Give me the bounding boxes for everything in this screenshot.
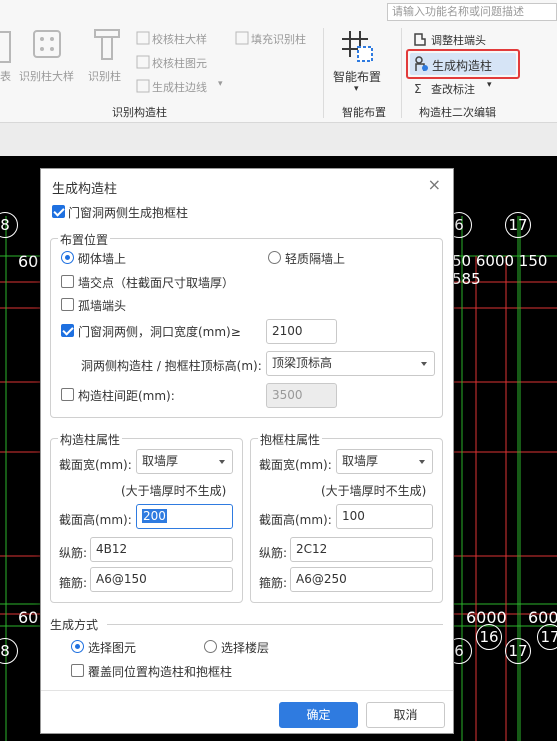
footer-divider	[41, 690, 453, 691]
frame-stirrup-label: 箍筋:	[259, 576, 288, 590]
ribbon-check-mark[interactable]: 查改标注	[431, 81, 475, 97]
masonry-label: 砌体墙上	[78, 252, 127, 266]
door-width-input[interactable]: 2100	[266, 319, 337, 344]
select-floor-label: 选择楼层	[221, 641, 270, 655]
frame-width-note: (大于墙厚时不生成)	[321, 484, 427, 498]
door-window-frame-label: 门窗洞两侧生成抱框柱	[68, 206, 189, 220]
gen-edge-caret-icon[interactable]: ▾	[218, 79, 223, 89]
dialog-title: 生成构造柱	[52, 182, 118, 197]
dimension-text: 60	[18, 608, 39, 627]
cover-label: 覆盖同位置构造柱和抱框柱	[88, 665, 233, 679]
ribbon-check-big[interactable]: 校核柱大样	[152, 31, 207, 47]
check-big-icon	[136, 31, 150, 45]
chevron-down-icon	[419, 460, 425, 464]
ribbon-identify-big[interactable]: 识别柱大样	[19, 68, 74, 84]
ribbon-smart-layout[interactable]: 智能布置	[333, 68, 381, 85]
light-partition-label: 轻质隔墙上	[285, 252, 346, 266]
solitary-end-label: 孤墙端头	[78, 299, 127, 313]
axis-marker: 17	[505, 638, 531, 664]
masonry-radio[interactable]	[61, 251, 74, 264]
struct-stirrup-label: 箍筋:	[59, 576, 88, 590]
gen-struct-dialog: 生成构造柱 × 门窗洞两侧生成抱框柱 布置位置 砌体墙上 轻质隔墙上 墙交点（柱…	[40, 168, 454, 734]
chevron-down-icon	[219, 460, 225, 464]
group-smart: 智能布置	[342, 106, 386, 119]
gen-mode-divider	[107, 624, 443, 625]
select-graph-label: 选择图元	[88, 641, 137, 655]
spacing-input[interactable]: 3500	[266, 383, 337, 408]
select-graph-radio[interactable]	[71, 640, 84, 653]
struct-height-value: 200	[142, 509, 167, 523]
ribbon-identify-col[interactable]: 识别柱	[88, 68, 121, 84]
cancel-button[interactable]: 取消	[366, 702, 445, 728]
group-identify: 识别构造柱	[112, 106, 167, 119]
gen-struct-icon	[415, 56, 428, 71]
frame-width-label: 截面宽(mm):	[259, 458, 332, 472]
top-elevation-label: 洞两侧构造柱 / 抱框柱顶标高(m):	[81, 359, 262, 373]
group-second-edit: 构造柱二次编辑	[419, 106, 496, 119]
ribbon-fill-identify[interactable]: 填充识别柱	[251, 31, 306, 47]
smart-layout-caret-icon[interactable]: ▾	[354, 84, 359, 94]
axis-marker: 17	[537, 624, 557, 650]
ribbon-gen-struct[interactable]: 生成构造柱	[432, 57, 492, 74]
ribbon: 请输入功能名称或问题描述 表 识别柱大样 识别柱 校核柱大样 校核柱图元 生成柱…	[0, 0, 557, 123]
wall-intersection-checkbox[interactable]	[61, 275, 74, 288]
check-mark-icon: Σ	[414, 82, 422, 96]
struct-width-note: (大于墙厚时不生成)	[121, 484, 227, 498]
fill-identify-icon	[235, 31, 249, 45]
identify-col-icon	[94, 29, 120, 60]
frame-height-label: 截面高(mm):	[259, 513, 332, 527]
select-floor-radio[interactable]	[204, 640, 217, 653]
ribbon-gen-edge[interactable]: 生成柱边线	[152, 79, 207, 95]
ribbon-divider	[323, 28, 324, 118]
frame-stirrup-input[interactable]: A6@250	[290, 567, 433, 592]
cover-checkbox[interactable]	[71, 664, 84, 677]
struct-stirrup-input[interactable]: A6@150	[90, 567, 233, 592]
svg-text:Σ: Σ	[414, 82, 422, 96]
layout-legend: 布置位置	[58, 231, 111, 248]
toolbar-strip	[0, 123, 557, 156]
check-mark-caret-icon[interactable]: ▾	[487, 80, 492, 90]
solitary-end-checkbox[interactable]	[61, 298, 74, 311]
frame-long-input[interactable]: 2C12	[290, 537, 433, 562]
chevron-down-icon	[421, 362, 427, 366]
ribbon-adjust-end[interactable]: 调整柱端头	[431, 32, 486, 48]
struct-height-input[interactable]: 200	[136, 504, 233, 529]
frame-long-label: 纵筋:	[259, 546, 288, 560]
struct-col-legend: 构造柱属性	[58, 431, 123, 448]
identify-big-icon	[33, 30, 61, 58]
dimension-text: 50 6000 150 585	[452, 252, 548, 288]
check-graph-icon	[136, 55, 150, 69]
adjust-end-icon	[414, 33, 426, 46]
smart-layout-icon	[342, 31, 373, 62]
dimension-text: 60	[18, 252, 39, 271]
ribbon-divider	[401, 28, 402, 118]
struct-height-label: 截面高(mm):	[59, 513, 132, 527]
ribbon-biao[interactable]: 表	[0, 68, 11, 84]
gen-mode-legend: 生成方式	[50, 618, 99, 632]
gen-edge-icon	[136, 79, 150, 93]
struct-long-label: 纵筋:	[59, 546, 88, 560]
struct-width-select[interactable]: 取墙厚	[136, 449, 233, 474]
struct-width-label: 截面宽(mm):	[59, 458, 132, 472]
ok-button[interactable]: 确定	[279, 702, 358, 728]
close-icon[interactable]: ×	[428, 175, 441, 194]
spacing-checkbox[interactable]	[61, 388, 74, 401]
frame-width-select[interactable]: 取墙厚	[336, 449, 433, 474]
door-window-sides-checkbox[interactable]	[61, 324, 74, 337]
light-partition-radio[interactable]	[268, 251, 281, 264]
door-window-frame-checkbox[interactable]	[52, 205, 65, 218]
axis-marker: 16	[476, 624, 502, 650]
search-input[interactable]: 请输入功能名称或问题描述	[387, 3, 557, 21]
ribbon-check-graph[interactable]: 校核柱图元	[152, 55, 207, 71]
wall-intersection-label: 墙交点（柱截面尺寸取墙厚）	[78, 276, 235, 290]
door-window-sides-label: 门窗洞两侧，洞口宽度(mm)≥	[78, 325, 241, 339]
top-elevation-select[interactable]: 顶梁顶标高	[266, 351, 435, 376]
struct-long-input[interactable]: 4B12	[90, 537, 233, 562]
table-icon	[0, 31, 11, 63]
frame-col-legend: 抱框柱属性	[258, 431, 323, 448]
spacing-label: 构造柱间距(mm):	[78, 389, 175, 403]
axis-marker: 17	[505, 212, 531, 238]
frame-height-input[interactable]: 100	[336, 504, 433, 529]
